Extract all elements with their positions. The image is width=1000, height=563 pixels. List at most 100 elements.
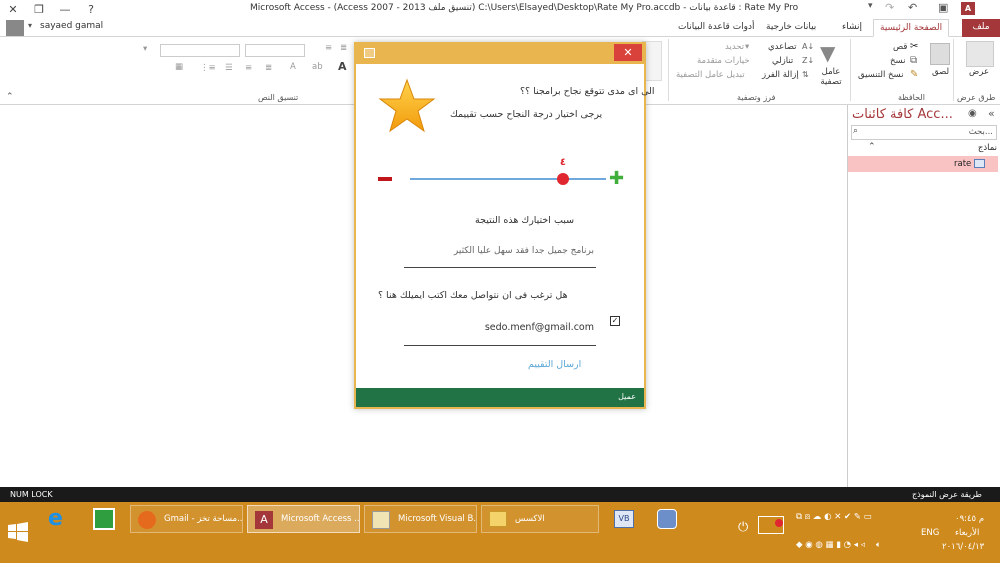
rating-dialog: ✕ الى اى مدى تتوقع نجاح برامجنا ؟؟ يرجى … bbox=[354, 42, 655, 409]
remove-sort-icon: ⇅ bbox=[802, 70, 809, 79]
taskbar-item-label: الاكسس bbox=[515, 514, 545, 524]
advanced-button[interactable]: خيارات متقدمة bbox=[697, 56, 750, 66]
filter-button[interactable]: عامل تصفية bbox=[818, 67, 844, 87]
close-window-button[interactable]: ✕ bbox=[0, 0, 26, 19]
windows-start-icon[interactable] bbox=[8, 522, 28, 542]
descending-button[interactable]: تنازلي bbox=[772, 56, 793, 66]
gridlines-icon[interactable]: ▦ bbox=[175, 62, 183, 72]
customize-quick-access-icon[interactable]: ▾ bbox=[868, 1, 873, 11]
bullets-icon[interactable]: ⋮≡ bbox=[200, 63, 216, 73]
taskbar-item-access[interactable]: A Microsoft Access ... bbox=[247, 505, 360, 533]
save-icon[interactable]: ▣ bbox=[938, 1, 948, 14]
help-icon[interactable]: ? bbox=[78, 0, 104, 19]
selection-button[interactable]: تحديد bbox=[725, 42, 744, 52]
form-window-icon bbox=[364, 48, 375, 58]
collapse-pane-icon[interactable]: « bbox=[988, 107, 995, 120]
ribbon-tabs: ▾ sayaed gamal أدوات قاعدة البيانات بيان… bbox=[0, 19, 1000, 37]
reason-input[interactable]: برنامج جميل جدا فقد سهل عليا الكثير bbox=[404, 240, 596, 268]
tray-icons-row2[interactable]: ◆ ◉ ◍ ▦ ▮ ◔ ◂ ◃ bbox=[796, 540, 865, 550]
user-name[interactable]: sayaed gamal bbox=[40, 21, 103, 31]
align-right-text-icon[interactable]: ≣ bbox=[265, 63, 272, 73]
dialog-close-button[interactable]: ✕ bbox=[614, 44, 642, 61]
view-button[interactable]: عرض bbox=[969, 67, 989, 77]
nav-item-label: rate bbox=[954, 159, 972, 169]
view-icon[interactable] bbox=[966, 41, 994, 67]
highlight-icon[interactable]: ab bbox=[312, 62, 323, 72]
clock-day: الأربعاء bbox=[955, 528, 980, 538]
email-input[interactable]: sedo.menf@gmail.com bbox=[404, 316, 596, 346]
ascending-icon: A↓ bbox=[802, 42, 815, 51]
navigation-pane-title[interactable]: كافة كائنات Acc... bbox=[852, 107, 953, 122]
font-options-icon[interactable]: ▾ bbox=[143, 44, 147, 54]
center-text-icon[interactable]: ≡ bbox=[245, 63, 252, 73]
tab-database-tools[interactable]: أدوات قاعدة البيانات bbox=[672, 19, 761, 37]
paste-button[interactable]: لصق bbox=[932, 67, 949, 77]
access-icon: A bbox=[255, 511, 273, 529]
tab-create[interactable]: إنشاء bbox=[836, 19, 868, 37]
star-icon bbox=[378, 78, 436, 133]
navigation-search-input[interactable]: بحث... bbox=[851, 125, 997, 140]
increase-rating-button[interactable]: ✚ bbox=[609, 170, 624, 188]
font-color-icon[interactable]: A bbox=[290, 62, 296, 72]
format-painter-button[interactable]: نسخ التنسيق bbox=[858, 70, 903, 80]
taskbar-item-firefox[interactable]: Gmail - مساحة تخز... bbox=[130, 505, 243, 533]
clock-date: ٢٠١٦/٠٤/١٣ bbox=[942, 542, 985, 552]
taskbar-item-folder[interactable]: الاكسس bbox=[481, 505, 599, 533]
email-value: sedo.menf@gmail.com bbox=[484, 322, 594, 333]
clock-time[interactable]: م ٠٩:٤٥ bbox=[955, 514, 984, 524]
tab-external-data[interactable]: بيانات خارجية bbox=[760, 19, 822, 37]
status-bar: NUM LOCK طريقة عرض النموذج bbox=[0, 487, 1000, 502]
paste-icon[interactable] bbox=[930, 43, 950, 65]
toggle-filter-button[interactable]: تبديل عامل التصفية bbox=[676, 70, 745, 80]
align-right-icon[interactable]: ≣ bbox=[340, 43, 347, 53]
dialog-title-bar: ✕ bbox=[356, 44, 644, 64]
input-language[interactable]: ENG bbox=[921, 528, 939, 538]
selection-dropdown-icon[interactable]: ▾ bbox=[745, 42, 749, 52]
rating-value: ٤ bbox=[559, 157, 566, 168]
ribbon-separator bbox=[668, 39, 669, 101]
align-left-text-icon[interactable]: ☰ bbox=[225, 63, 233, 73]
access-logo-icon: A bbox=[961, 2, 975, 15]
group-collapse-icon[interactable]: ⌃ bbox=[868, 142, 876, 152]
minimize-window-button[interactable]: — bbox=[52, 0, 78, 19]
contact-checkbox[interactable]: ✓ bbox=[610, 316, 620, 326]
copy-icon: ⧉ bbox=[910, 55, 918, 66]
search-placeholder: بحث... bbox=[968, 127, 993, 137]
rating-slider-knob[interactable] bbox=[556, 173, 569, 185]
filter-icon[interactable]: ▼ bbox=[820, 41, 835, 65]
volume-icon[interactable]: 🔈︎ bbox=[876, 540, 881, 550]
dialog-footer: عميل bbox=[356, 388, 644, 407]
ascending-button[interactable]: تصاعدي bbox=[768, 42, 797, 52]
notification-dot bbox=[775, 519, 783, 527]
font-name-combo[interactable] bbox=[160, 44, 240, 57]
app-icon[interactable] bbox=[657, 509, 677, 529]
decrease-rating-button[interactable] bbox=[378, 177, 392, 181]
font-size-combo[interactable] bbox=[245, 44, 305, 57]
collapse-ribbon-icon[interactable]: ⌃ bbox=[6, 92, 14, 102]
restore-window-button[interactable]: ❐ bbox=[26, 0, 52, 19]
internet-explorer-icon[interactable]: e bbox=[48, 506, 63, 531]
tray-icons-row1[interactable]: ⧉ ⧇ ☁ ◐ ✕ ✔ ✎ ▭ bbox=[796, 512, 872, 522]
store-icon[interactable] bbox=[93, 508, 115, 530]
tab-file[interactable]: ملف bbox=[962, 19, 1000, 37]
power-plug-icon[interactable]: ⏻ bbox=[738, 520, 748, 535]
footer-label: عميل bbox=[618, 392, 636, 401]
account-dropdown-icon[interactable]: ▾ bbox=[28, 21, 32, 30]
navigation-item-rate[interactable]: rate bbox=[848, 156, 998, 172]
rating-slider-track[interactable] bbox=[410, 178, 606, 180]
redo-icon[interactable]: ↷ bbox=[885, 1, 894, 14]
taskbar-item-visual-basic[interactable]: Microsoft Visual B... bbox=[364, 505, 477, 533]
align-center-icon[interactable]: ≡ bbox=[325, 43, 332, 53]
vb-editor-icon[interactable]: VB bbox=[614, 510, 634, 528]
remove-sort-button[interactable]: إزالة الفرز bbox=[762, 70, 799, 80]
copy-button[interactable]: نسخ bbox=[890, 56, 905, 66]
undo-icon[interactable]: ↶ bbox=[908, 1, 917, 14]
cut-button[interactable]: قص bbox=[893, 42, 907, 52]
nav-menu-icon[interactable]: ◉ bbox=[968, 108, 977, 119]
font-format-icon[interactable]: A bbox=[338, 60, 347, 73]
reason-label: سبب اختيارك هذه النتيجة bbox=[475, 215, 575, 226]
taskbar-item-label: Microsoft Visual B... bbox=[398, 514, 477, 524]
submit-rating-button[interactable]: ارسال التقييم bbox=[528, 359, 581, 370]
taskbar-item-label: Gmail - مساحة تخز... bbox=[164, 514, 243, 524]
tab-home[interactable]: الصفحة الرئيسية bbox=[873, 19, 950, 37]
